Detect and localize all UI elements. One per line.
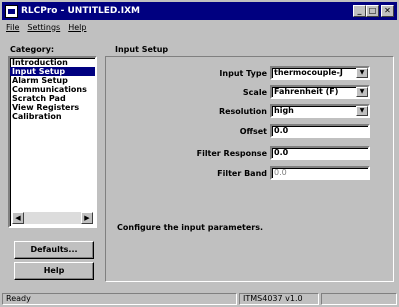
resolution-value: high [274, 106, 294, 115]
window-controls: _ □ ✕ [353, 5, 394, 17]
input-type-select[interactable]: thermocouple-J ▼ [270, 66, 370, 80]
filter-band-row: Filter Band 0.0 [167, 166, 370, 180]
chevron-down-icon[interactable]: ▼ [356, 68, 368, 78]
resolution-select[interactable]: high ▼ [270, 104, 370, 118]
filter-response-label: Filter Response [196, 148, 267, 158]
menu-help[interactable]: Help [64, 23, 90, 32]
maximize-button[interactable]: □ [366, 5, 379, 17]
category-item-communications[interactable]: Communications [10, 85, 95, 94]
app-icon[interactable] [5, 4, 18, 18]
scroll-right-icon[interactable]: ▶ [81, 212, 93, 224]
scroll-track[interactable] [24, 212, 81, 224]
category-item-introduction[interactable]: Introduction [10, 58, 95, 67]
offset-input[interactable]: 0.0 [270, 124, 370, 138]
status-text: Ready [2, 293, 237, 305]
category-item-view-registers[interactable]: View Registers [10, 103, 95, 112]
menu-file-label: File [6, 22, 20, 32]
app-window: RLCPro - UNTITLED.IXM _ □ ✕ File Setting… [0, 0, 399, 307]
status-version: ITMS4037 v1.0 [239, 293, 319, 305]
input-type-value: thermocouple-J [274, 68, 343, 77]
title-bar[interactable]: RLCPro - UNTITLED.IXM _ □ ✕ [2, 2, 397, 20]
menu-settings-label: Settings [27, 22, 61, 32]
close-button[interactable]: ✕ [381, 5, 394, 17]
offset-label: Offset [239, 126, 267, 136]
menu-help-label: Help [68, 22, 87, 32]
menu-settings[interactable]: Settings [23, 23, 64, 32]
resolution-row: Resolution high ▼ [167, 104, 370, 118]
scale-value: Fahrenheit (F) [274, 87, 339, 96]
category-label: Category: [10, 45, 55, 54]
window-title: RLCPro - UNTITLED.IXM [21, 6, 140, 16]
filter-band-input: 0.0 [270, 166, 370, 180]
filter-band-label: Filter Band [217, 168, 267, 178]
minimize-button[interactable]: _ [353, 5, 366, 17]
category-item-input-setup[interactable]: Input Setup [10, 67, 95, 76]
defaults-button[interactable]: Defaults... [14, 241, 94, 259]
horizontal-scrollbar[interactable]: ◀ ▶ [12, 212, 93, 224]
input-type-label: Input Type [219, 68, 267, 78]
menu-bar: File Settings Help [2, 20, 397, 34]
help-button[interactable]: Help [14, 262, 94, 280]
filter-response-row: Filter Response 0.0 [167, 146, 370, 160]
scroll-left-icon[interactable]: ◀ [12, 212, 24, 224]
category-item-calibration[interactable]: Calibration [10, 112, 95, 121]
chevron-down-icon[interactable]: ▼ [356, 106, 368, 116]
category-item-scratch-pad[interactable]: Scratch Pad [10, 94, 95, 103]
category-list[interactable]: Introduction Input Setup Alarm Setup Com… [8, 56, 97, 228]
scale-select[interactable]: Fahrenheit (F) ▼ [270, 85, 370, 99]
scale-label: Scale [242, 87, 267, 97]
status-extra [321, 293, 397, 305]
scale-row: Scale Fahrenheit (F) ▼ [167, 85, 370, 99]
status-bar: Ready ITMS4037 v1.0 [2, 293, 397, 305]
offset-row: Offset 0.0 [167, 124, 370, 138]
chevron-down-icon[interactable]: ▼ [356, 87, 368, 97]
resolution-label: Resolution [218, 106, 267, 116]
menu-file[interactable]: File [2, 23, 23, 32]
category-item-alarm-setup[interactable]: Alarm Setup [10, 76, 95, 85]
panel-title: Input Setup [115, 45, 169, 54]
input-type-row: Input Type thermocouple-J ▼ [167, 66, 370, 80]
panel-description: Configure the input parameters. [117, 223, 263, 232]
filter-response-input[interactable]: 0.0 [270, 146, 370, 160]
